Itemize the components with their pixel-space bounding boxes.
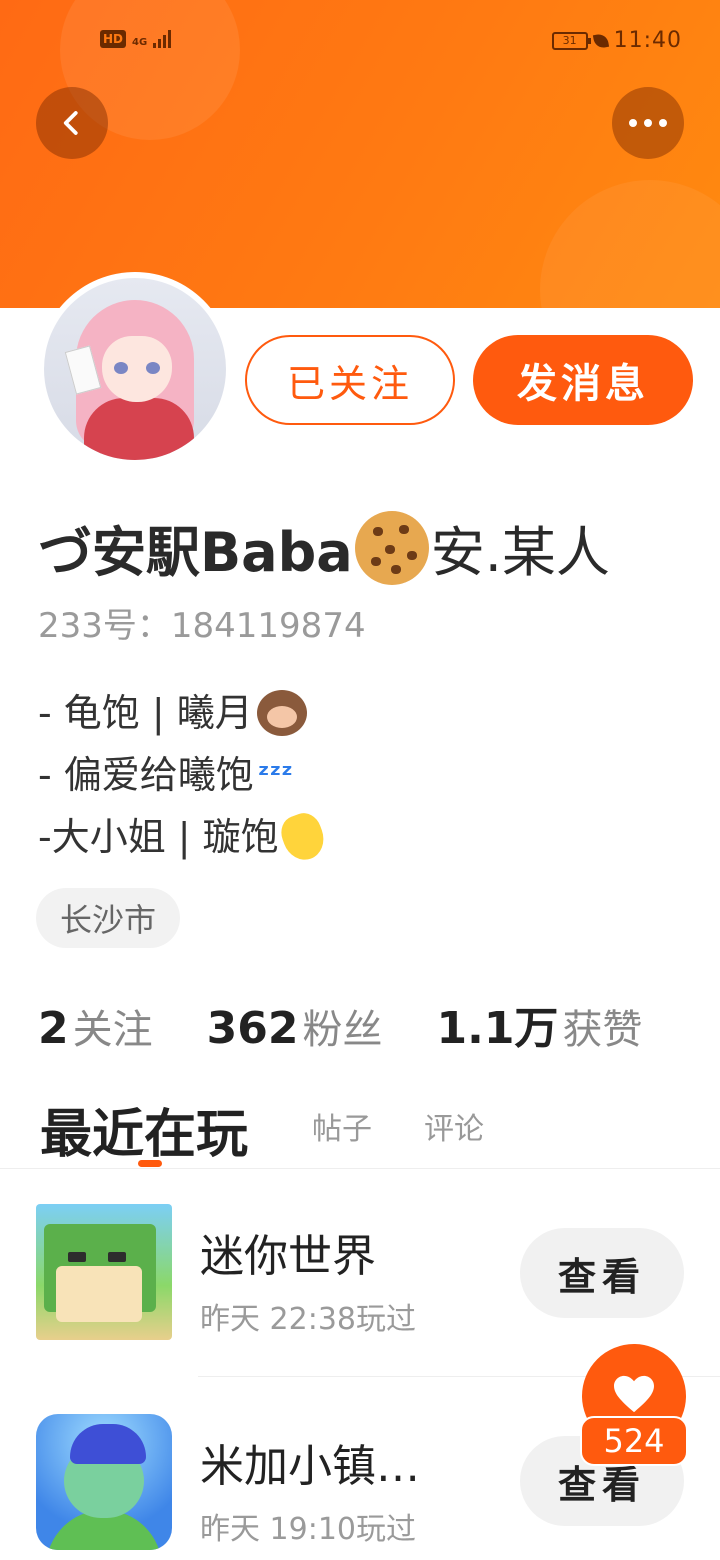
username-part1: づ安駅Baba [38,521,353,584]
stat-following[interactable]: 2 关注 [38,997,153,1055]
tab-comments[interactable]: 评论 [424,1104,484,1148]
network-type: 4G [132,37,148,48]
more-button[interactable] [612,87,684,159]
view-button[interactable]: 查看 [520,1228,684,1318]
see-no-evil-monkey-emoji [256,690,307,736]
divider [0,1168,720,1169]
tab-recently-played[interactable]: 最近在玩 [40,1092,248,1167]
followed-button[interactable]: 已关注 [245,335,455,425]
location-tag[interactable]: 长沙市 [36,888,181,948]
bio-line: - 偏爱给曦饱 ᶻᶻᶻ [38,744,323,806]
user-id: 233号：184119874 [38,606,366,646]
signal-icon [153,30,172,48]
status-time: 11:40 [613,28,682,53]
status-right: 31 11:40 [551,28,682,53]
chevron-left-icon [63,111,78,135]
leaf-icon [592,32,609,49]
banner-decoration [540,180,720,308]
content-tabs: 最近在玩 帖子 评论 [40,1092,720,1172]
game-last-played: 昨天 22:38玩过 [200,1302,416,1337]
hd-badge: HD [100,30,127,48]
bio: - 龟饱 | 曦月 - 偏爱给曦饱 ᶻᶻᶻ -大小姐 | 璇饱 [38,682,330,868]
bio-line-text: -大小姐 | 璇饱 [38,815,279,859]
stat-label: 粉丝 [302,1007,383,1053]
tab-posts[interactable]: 帖子 [312,1104,372,1148]
waving-hand-emoji [276,808,330,866]
tab-indicator [138,1160,162,1167]
stat-likes[interactable]: 1.1万 获赞 [436,992,642,1056]
bio-line: -大小姐 | 璇饱 [38,806,330,868]
status-bar: HD 4G 31 11:40 [0,26,720,58]
stats-bar: 2 关注 362 粉丝 1.1万 获赞 [38,992,696,1056]
back-button[interactable] [36,87,108,159]
status-left: HD 4G [100,30,172,48]
username-part2: 安.某人 [430,521,610,584]
stat-label: 获赞 [562,1007,643,1053]
username: づ安駅Baba 安.某人 [38,508,610,587]
game-row[interactable]: 迷你世界 昨天 22:38玩过 查看 [0,1190,720,1360]
bio-line-text: - 龟饱 | 曦月 [38,691,253,735]
stat-number: 2 [38,1003,69,1054]
heart-icon [614,1375,654,1413]
avatar[interactable] [38,272,232,466]
battery-icon: 31 [551,31,591,50]
game-icon [36,1414,172,1550]
bio-line: - 龟饱 | 曦月 [38,682,323,744]
zzz-emoji: ᶻᶻᶻ [257,758,293,791]
bio-line-text: - 偏爱给曦饱 [38,753,254,797]
game-icon [36,1204,172,1340]
stat-number: 362 [206,1003,299,1054]
game-title: 迷你世界 [200,1231,376,1282]
cookie-emoji [354,510,429,585]
stat-label: 关注 [72,1007,153,1053]
stat-followers[interactable]: 362 粉丝 [207,997,383,1055]
more-horizontal-icon [629,119,667,127]
like-count-badge: 524 [580,1416,688,1466]
avatar-image [44,278,226,460]
game-last-played: 昨天 19:10玩过 [200,1512,416,1547]
send-message-button[interactable]: 发消息 [473,335,693,425]
stat-number: 1.1万 [436,1003,559,1054]
game-title: 米加小镇… [200,1441,420,1492]
